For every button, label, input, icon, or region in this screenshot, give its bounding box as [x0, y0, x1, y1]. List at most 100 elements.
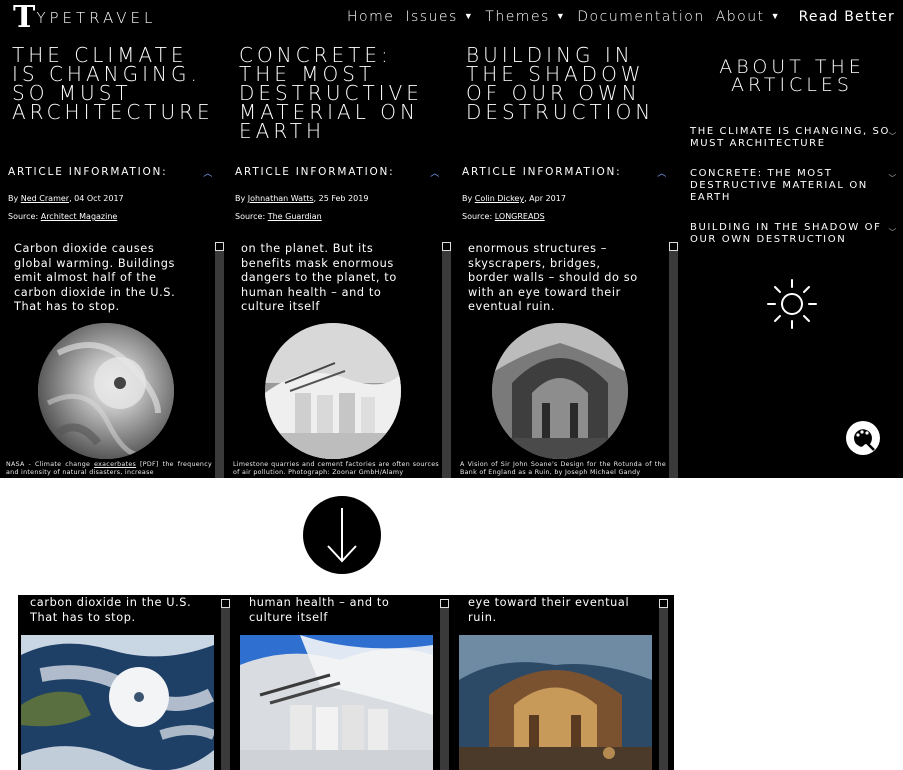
- palette-icon[interactable]: [846, 421, 880, 455]
- chevron-up-icon: ︿: [203, 169, 214, 179]
- caret-down-icon: ▼: [555, 12, 567, 22]
- article-byline: By Colin Dickey, Apr 2017: [462, 194, 566, 203]
- sidebar-item-label: Concrete: the most destructive material …: [690, 168, 868, 203]
- byline-prefix: By: [8, 194, 21, 203]
- quarry-image: [265, 323, 401, 459]
- article-title: Concrete: the most destructive material …: [239, 43, 423, 143]
- article-title: The climate is changing. So must archite…: [12, 43, 214, 124]
- author-link[interactable]: Ned Cramer: [21, 194, 69, 203]
- article-page: T YPETRAVEL Home Issues ▼ Themes ▼ Documen…: [0, 0, 903, 478]
- article-scroll-area[interactable]: on the planet. But its benefits mask eno…: [227, 240, 453, 478]
- sidebar-item-label: The climate is changing, so must archite…: [690, 126, 890, 149]
- hurricane-image: [38, 323, 174, 459]
- article-column-2: Concrete: the most destructive material …: [227, 36, 453, 478]
- scrolled-preview-strip: carbon dioxide in the U.S. That has to s…: [18, 595, 674, 770]
- scrollbar-thumb[interactable]: [442, 242, 451, 251]
- scrollbar-thumb[interactable]: [669, 242, 678, 251]
- sidebar-item-climate[interactable]: The climate is changing, so must archite…: [690, 126, 898, 150]
- logo-mark: T: [13, 0, 36, 35]
- article-column-1: The climate is changing. So must archite…: [0, 36, 226, 478]
- sidebar-item-shadow[interactable]: Building in the shadow of our own destru…: [690, 222, 898, 246]
- arrow-down-icon: [303, 496, 381, 574]
- source-link[interactable]: Architect Magazine: [41, 212, 118, 221]
- byline-prefix: By: [462, 194, 475, 203]
- article-date: , 04 Oct 2017: [69, 194, 124, 203]
- author-link[interactable]: Colin Dickey: [475, 194, 524, 203]
- preview-text: eye toward their eventual ruin.: [468, 596, 630, 624]
- nav-documentation[interactable]: Documentation: [577, 9, 704, 25]
- caption-text: NASA - Climate change: [6, 461, 95, 468]
- preview-column-2[interactable]: human health – and to culture itself: [237, 595, 455, 770]
- article-info-toggle[interactable]: Article information: ︿: [235, 166, 445, 179]
- nav-themes[interactable]: Themes ▼: [485, 9, 566, 25]
- article-source: Source: The Guardian: [235, 212, 322, 221]
- scrollbar-track[interactable]: [215, 242, 224, 478]
- chevron-up-icon: ︿: [430, 169, 441, 179]
- scrollbar-track[interactable]: [669, 242, 678, 478]
- article-source: Source: Architect Magazine: [8, 212, 117, 221]
- preview-text: carbon dioxide in the U.S. That has to s…: [30, 596, 192, 624]
- image-caption: NASA - Climate change exacerbates [PDF] …: [6, 461, 212, 477]
- read-better-link[interactable]: Read Better: [799, 9, 895, 25]
- source-prefix: Source:: [8, 212, 41, 221]
- article-info-heading: Article information:: [8, 166, 168, 178]
- caret-down-icon: ▼: [770, 12, 782, 22]
- preview-text: human health – and to culture itself: [249, 596, 390, 624]
- ruin-painting: [459, 635, 652, 770]
- nav-about[interactable]: About ▼: [716, 9, 781, 25]
- preview-column-1[interactable]: carbon dioxide in the U.S. That has to s…: [18, 595, 236, 770]
- scrollbar-track[interactable]: [440, 599, 449, 770]
- article-column-3: Building in the shadow of our own destru…: [454, 36, 680, 478]
- nav-issues-label: Issues: [405, 9, 458, 25]
- image-caption: Limestone quarries and cement factories …: [233, 461, 439, 476]
- article-scroll-area[interactable]: enormous structures – skyscrapers, bridg…: [454, 240, 680, 478]
- nav-home-label: Home: [347, 9, 395, 25]
- image-caption: A Vision of Sir John Soane's Design for …: [460, 461, 666, 476]
- sidebar-item-label: Building in the shadow of our own destru…: [690, 222, 882, 245]
- article-scroll-area[interactable]: Carbon dioxide causes global warming. Bu…: [0, 240, 226, 478]
- caption-link[interactable]: exacerbates: [94, 461, 136, 468]
- sidebar-item-concrete[interactable]: Concrete: the most destructive material …: [690, 168, 898, 204]
- byline-prefix: By: [235, 194, 248, 203]
- scrollbar-track[interactable]: [659, 599, 668, 770]
- about-sidebar: About the articles The climate is changi…: [681, 36, 903, 478]
- article-info-heading: Article information:: [462, 166, 622, 178]
- sun-icon[interactable]: [766, 278, 818, 330]
- logo-text: YPETRAVEL: [36, 9, 157, 27]
- chevron-down-icon: ﹀: [888, 132, 898, 141]
- chevron-up-icon: ︿: [657, 169, 668, 179]
- article-body-text: Carbon dioxide causes global warming. Bu…: [14, 242, 176, 313]
- scrollbar-track[interactable]: [221, 599, 230, 770]
- scrollbar-thumb[interactable]: [221, 599, 230, 608]
- source-link[interactable]: LONGREADS: [495, 212, 545, 221]
- quarry-photo: [240, 635, 433, 770]
- hurricane-photo: [21, 635, 214, 770]
- source-prefix: Source:: [462, 212, 495, 221]
- article-body-text: on the planet. But its benefits mask eno…: [241, 242, 397, 313]
- preview-column-3[interactable]: eye toward their eventual ruin.: [456, 595, 674, 770]
- article-title: Building in the shadow of our own destru…: [466, 43, 655, 124]
- scrollbar-track[interactable]: [442, 242, 451, 478]
- logo[interactable]: T YPETRAVEL: [13, 3, 156, 33]
- nav-documentation-label: Documentation: [577, 9, 705, 25]
- navbar: T YPETRAVEL Home Issues ▼ Themes ▼ Documen…: [0, 0, 903, 36]
- scrollbar-thumb[interactable]: [440, 599, 449, 608]
- main-nav: Home Issues ▼ Themes ▼ Documentation About…: [347, 9, 792, 25]
- caret-down-icon: ▼: [463, 12, 475, 22]
- nav-issues[interactable]: Issues ▼: [405, 9, 474, 25]
- article-byline: By Johnathan Watts, 25 Feb 2019: [235, 194, 368, 203]
- source-link[interactable]: The Guardian: [268, 212, 322, 221]
- article-byline: By Ned Cramer, 04 Oct 2017: [8, 194, 124, 203]
- nav-about-label: About: [715, 9, 765, 25]
- ruin-painting-image: [492, 323, 628, 459]
- article-info-toggle[interactable]: Article information: ︿: [462, 166, 672, 179]
- chevron-down-icon: ﹀: [888, 228, 898, 237]
- article-info-toggle[interactable]: Article information: ︿: [8, 166, 218, 179]
- article-source: Source: LONGREADS: [462, 212, 545, 221]
- scrollbar-thumb[interactable]: [215, 242, 224, 251]
- article-date: , Apr 2017: [524, 194, 566, 203]
- scrollbar-thumb[interactable]: [659, 599, 668, 608]
- author-link[interactable]: Johnathan Watts: [248, 194, 314, 203]
- nav-home[interactable]: Home: [347, 9, 394, 25]
- article-date: , 25 Feb 2019: [313, 194, 369, 203]
